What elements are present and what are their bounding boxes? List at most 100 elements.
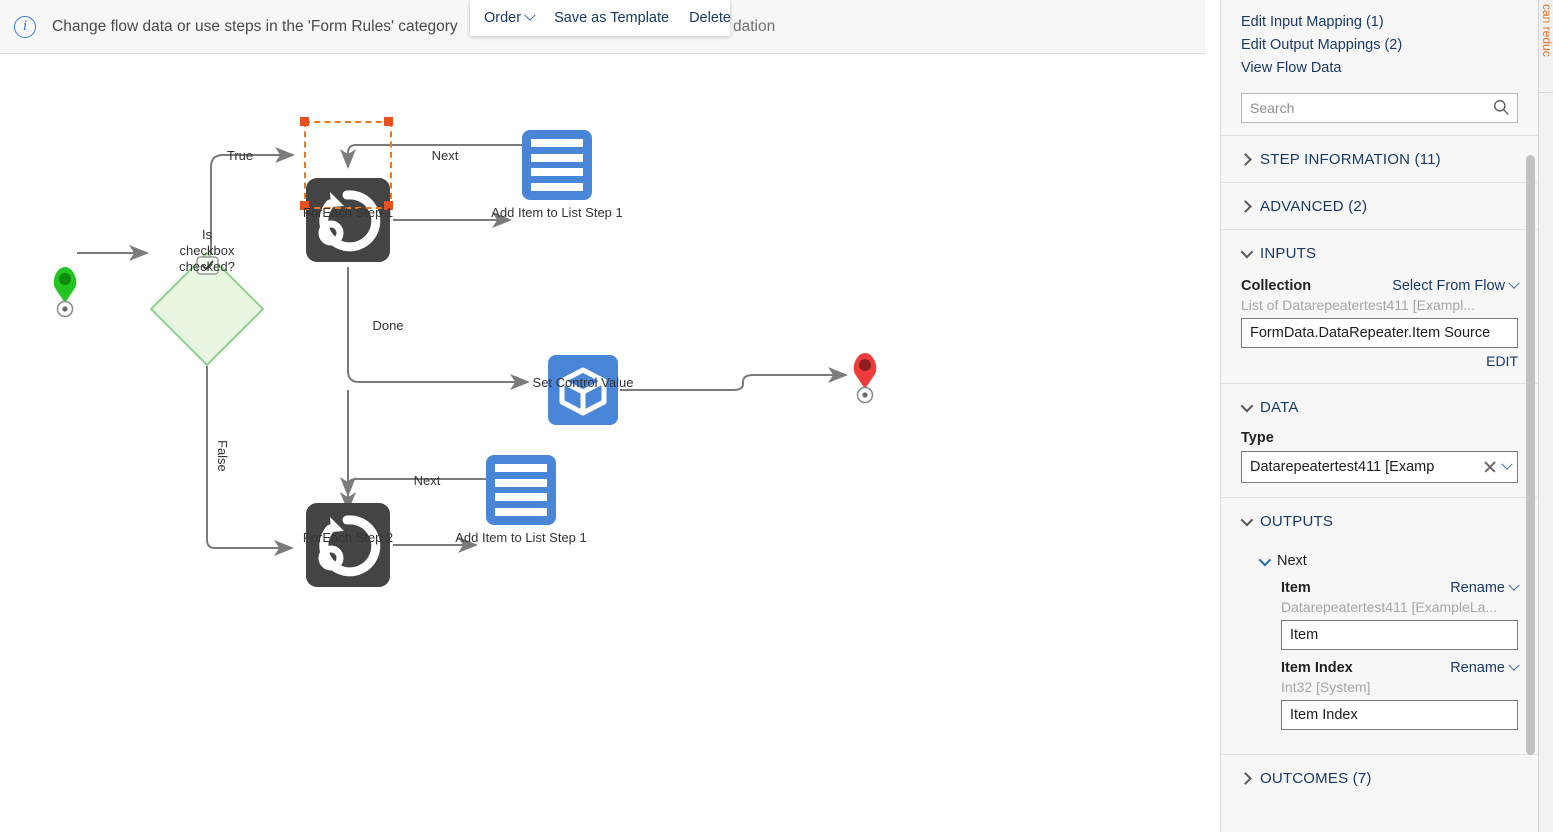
section-title-inputs: INPUTS (1260, 244, 1317, 262)
list-icon (531, 139, 583, 191)
chevron-down-icon (1508, 579, 1520, 591)
node-label-add-item-to-list-step-2: Add Item to List Step 1 (455, 530, 587, 545)
edit-output-mappings-link[interactable]: Edit Output Mappings (2) (1241, 35, 1518, 56)
section-header-outputs[interactable]: OUTPUTS (1240, 498, 1518, 544)
output-item-index-header: Item Index Rename (1281, 659, 1520, 676)
node-label-foreach-step-1: ForEach Step 1 (302, 205, 394, 220)
flow-start-marker (53, 267, 77, 318)
panel-scrollbar-thumb[interactable] (1526, 155, 1535, 755)
section-title-step-information: STEP INFORMATION (11) (1260, 150, 1441, 168)
step-context-menu: Order Save as Template Delete (470, 0, 731, 36)
section-advanced: ADVANCED (2) (1221, 182, 1538, 229)
data-body: Type Datarepeatertest411 [Examp (1241, 430, 1518, 497)
output-item-header: Item Rename (1281, 579, 1520, 596)
view-flow-data-link[interactable]: View Flow Data (1241, 58, 1518, 79)
chevron-down-icon[interactable] (1501, 458, 1513, 470)
section-outcomes: OUTCOMES (7) (1221, 754, 1538, 801)
menu-item-order[interactable]: Order (484, 9, 536, 26)
edge-label-done: Done (372, 318, 404, 333)
close-icon[interactable] (1483, 460, 1497, 474)
node-label-set-control-value: Set Control Value (532, 375, 634, 390)
node-label-add-item-to-list-step-1: Add Item to List Step 1 (491, 205, 623, 220)
inputs-body: Collection Select From Flow List of Data… (1241, 277, 1520, 383)
output-item-label: Item (1281, 580, 1311, 596)
edge-label-next-1: Next (431, 148, 459, 163)
edge-label-false: False (215, 440, 230, 472)
section-header-step-information[interactable]: STEP INFORMATION (11) (1239, 136, 1518, 182)
list-icon (495, 464, 547, 516)
chevron-right-icon (1239, 152, 1252, 166)
chevron-down-icon (1508, 659, 1520, 671)
search-input[interactable] (1241, 93, 1518, 123)
chevron-down-icon (524, 9, 536, 21)
panel-quick-actions: Edit Input Mapping (1) Edit Output Mappi… (1221, 0, 1538, 79)
menu-item-order-label: Order (484, 10, 522, 26)
menu-item-delete[interactable]: Delete (689, 10, 731, 26)
output-item-index-label: Item Index (1281, 660, 1353, 676)
section-title-data: DATA (1260, 398, 1299, 416)
output-item-index-rename-label: Rename (1450, 660, 1505, 676)
section-header-advanced[interactable]: ADVANCED (2) (1239, 183, 1518, 229)
chevron-right-icon (1239, 771, 1252, 785)
panel-search (1241, 93, 1518, 123)
output-item-type-hint: Datarepeatertest411 [ExampleLa... (1281, 599, 1498, 615)
chevron-right-icon (1239, 199, 1252, 213)
section-title-outcomes: OUTCOMES (7) (1260, 769, 1372, 787)
inputs-type-hint: List of Datarepeatertest411 [Exampl... (1241, 297, 1475, 313)
banner-message: Change flow data or use steps in the 'Fo… (52, 17, 458, 35)
output-item-rename-label: Rename (1450, 580, 1505, 596)
data-type-value: Datarepeatertest411 [Examp (1250, 459, 1435, 475)
inputs-value-field[interactable]: FormData.DataRepeater.Item Source (1241, 318, 1518, 348)
decision-line-1: Is (201, 227, 213, 242)
menu-item-save-as-template[interactable]: Save as Template (554, 10, 669, 26)
section-header-outcomes[interactable]: OUTCOMES (7) (1239, 755, 1518, 801)
edit-input-mapping-link[interactable]: Edit Input Mapping (1) (1241, 12, 1518, 33)
flow-designer-app: i Change flow data or use steps in the '… (0, 0, 1553, 832)
outputs-group-next[interactable]: Next (1258, 544, 1518, 578)
right-edge-strip: can reduc (1538, 0, 1553, 832)
set-control-value-icon (548, 355, 618, 425)
add-item-to-list-step-1-node[interactable] (522, 130, 592, 200)
output-item-index-rename-dropdown[interactable]: Rename (1450, 659, 1520, 676)
flow-end-marker (853, 353, 877, 404)
output-item-index-value-field[interactable]: Item Index (1281, 700, 1518, 730)
output-item-rename-dropdown[interactable]: Rename (1450, 579, 1520, 596)
section-step-information: STEP INFORMATION (11) (1221, 135, 1538, 182)
add-item-to-list-step-2-node[interactable] (486, 455, 556, 525)
outputs-group-label: Next (1277, 553, 1307, 569)
inputs-edit-link[interactable]: EDIT (1241, 353, 1518, 369)
section-outputs: OUTPUTS Next Item Rename Datarepeatertes… (1221, 497, 1538, 754)
outputs-body: Next Item Rename Datarepeatertest411 [Ex… (1241, 544, 1520, 754)
output-item-value-field[interactable]: Item (1281, 620, 1518, 650)
info-icon: i (14, 15, 36, 38)
inputs-collection-row: Collection Select From Flow (1241, 277, 1520, 294)
inputs-collection-label: Collection (1241, 278, 1312, 294)
banner-trailing-text: dation (733, 18, 776, 35)
right-strip-vertical-text: can reduc (1540, 4, 1553, 57)
step-properties-panel: Edit Input Mapping (1) Edit Output Mappi… (1220, 0, 1538, 832)
section-title-advanced: ADVANCED (2) (1260, 197, 1368, 215)
section-header-data[interactable]: DATA (1240, 384, 1518, 430)
section-header-inputs[interactable]: INPUTS (1240, 230, 1518, 276)
chevron-down-icon (1258, 553, 1272, 566)
data-type-combobox[interactable]: Datarepeatertest411 [Examp (1241, 451, 1518, 483)
decision-node-text: Is checkbox checked? (179, 227, 235, 275)
edge-label-true: True (226, 148, 254, 163)
chevron-down-icon (1240, 245, 1254, 258)
chevron-down-icon (1240, 399, 1254, 412)
section-title-outputs: OUTPUTS (1260, 512, 1334, 530)
selection-handle-tl[interactable] (300, 117, 309, 126)
flow-canvas[interactable]: ForEach Step 1 Add Item to List Step 1 S… (0, 55, 1205, 832)
chevron-down-icon (1508, 277, 1520, 289)
output-item-index-type-hint: Int32 [System] (1281, 679, 1371, 695)
output-item-item: Item Rename Datarepeatertest411 [Example… (1259, 579, 1520, 650)
edge-label-next-2: Next (413, 473, 441, 488)
chevron-down-icon (1240, 513, 1254, 526)
right-strip-divider (1539, 92, 1553, 93)
selection-handle-tr[interactable] (384, 117, 393, 126)
decision-line-2: checkbox (179, 243, 235, 258)
section-inputs: INPUTS Collection Select From Flow List … (1221, 229, 1538, 383)
inputs-mapping-type-label: Select From Flow (1392, 278, 1505, 294)
node-label-foreach-step-2: ForEach Step 2 (302, 530, 394, 545)
inputs-mapping-type-dropdown[interactable]: Select From Flow (1392, 277, 1520, 294)
